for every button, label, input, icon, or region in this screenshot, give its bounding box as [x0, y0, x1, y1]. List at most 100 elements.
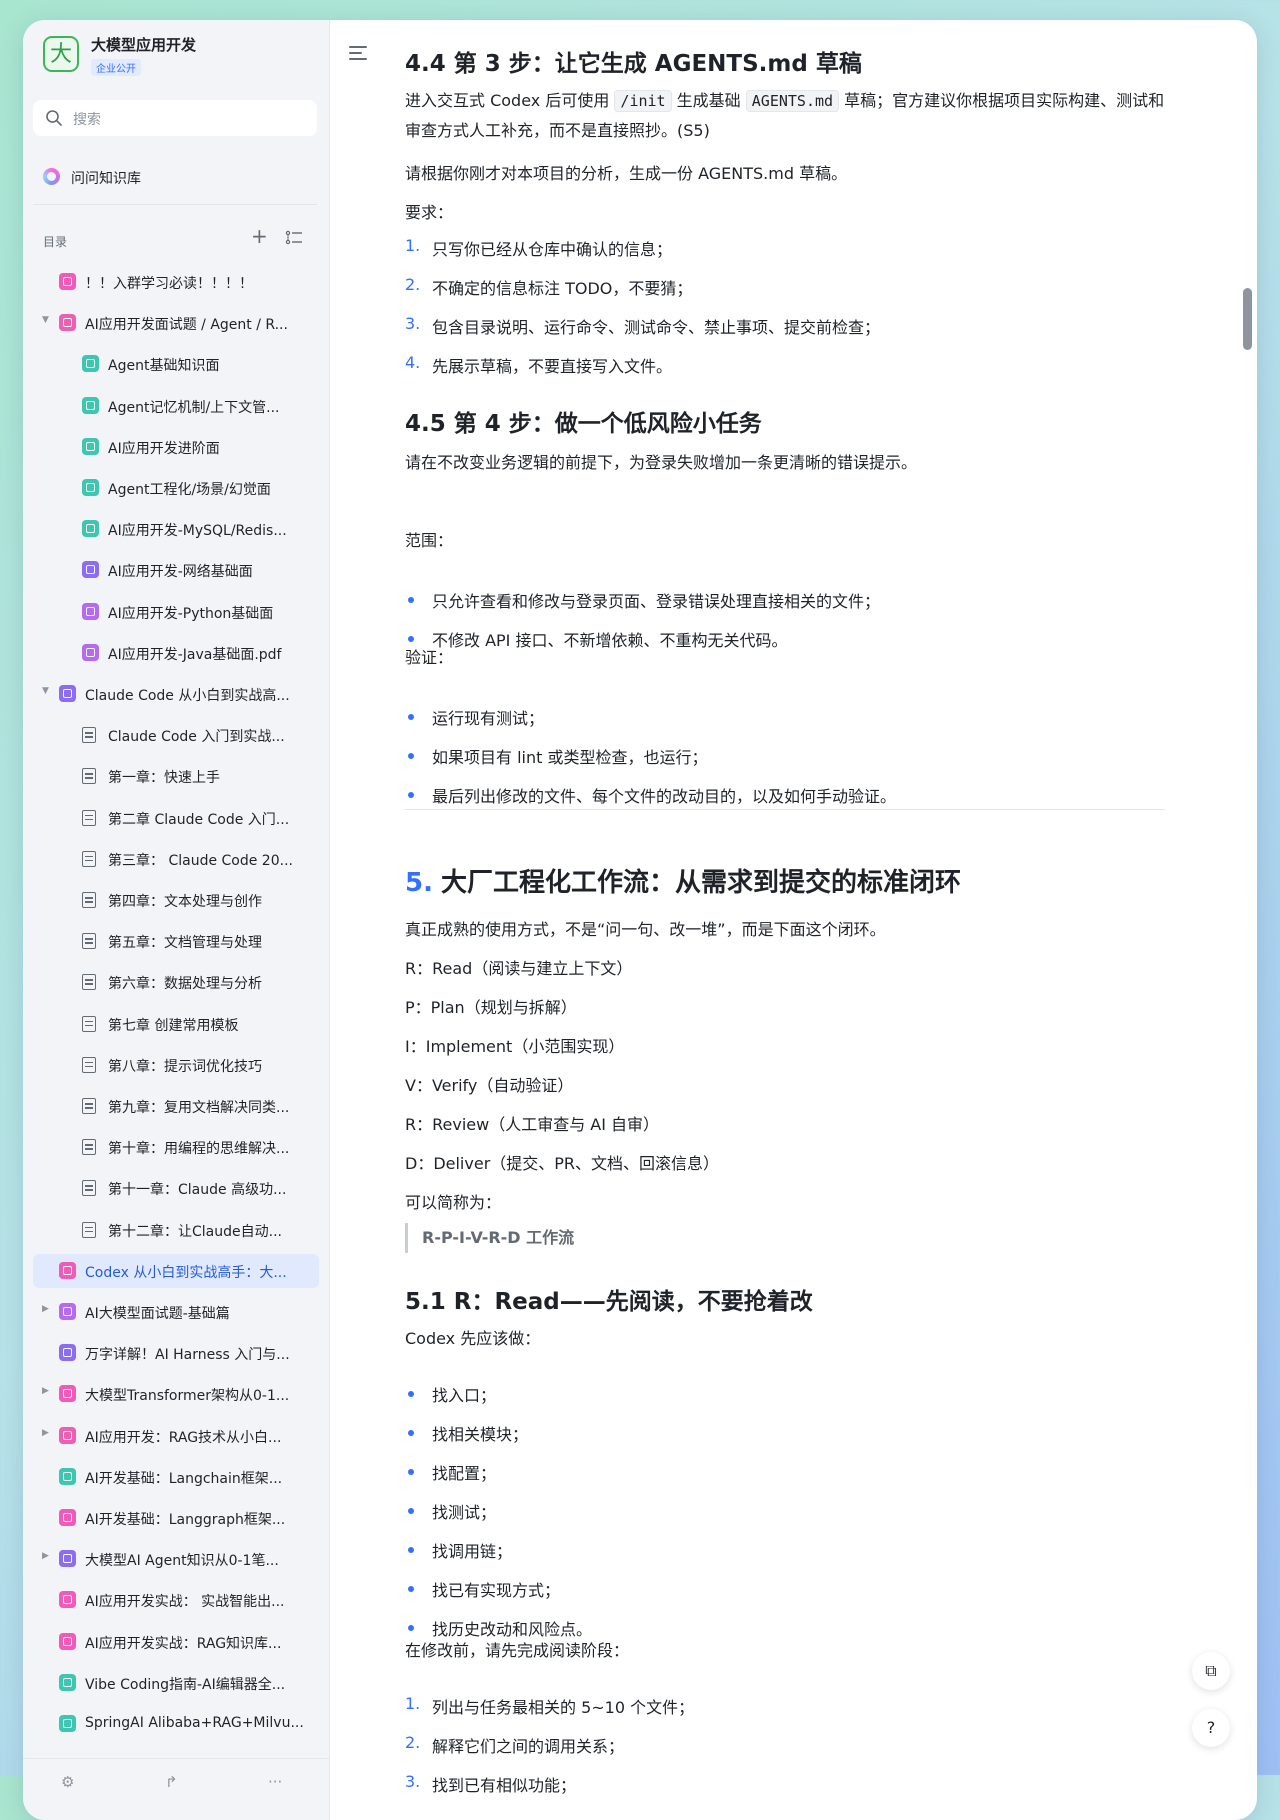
sidebar-item[interactable]: 第六章：数据处理与分析 [33, 965, 319, 999]
bitable-icon [82, 437, 99, 455]
sidebar-item[interactable]: ▶ 大模型Transformer架构从0-1... [33, 1377, 319, 1411]
list-item-text: 解释它们之间的调用关系； [432, 1737, 625, 1756]
chevron-right-icon[interactable]: ▶ [42, 1428, 49, 1438]
sidebar-item[interactable]: Agent基础知识面 [33, 347, 319, 381]
sidebar-item[interactable]: AI应用开发实战：RAG知识库... [33, 1625, 319, 1659]
add-icon[interactable]: + [251, 226, 268, 246]
section-4-5-prompt: 请在不改变业务逻辑的前提下，为登录失败增加一条更清晰的错误提示。 [405, 453, 918, 472]
doc-icon [82, 1098, 96, 1114]
sidebar-item[interactable]: AI开发基础：Langchain框架... [33, 1460, 319, 1494]
sidebar-item-label: Vibe Coding指南-AI编辑器全... [85, 1676, 286, 1693]
sidebar-item[interactable]: 第五章：文档管理与处理 [33, 924, 319, 958]
sidebar-item[interactable]: 第八章：提示词优化技巧 [33, 1048, 319, 1082]
list-item-text: 找入口； [432, 1386, 497, 1405]
more-icon[interactable]: ··· [268, 1773, 282, 1791]
code-icon [59, 1632, 76, 1650]
search-placeholder: 搜索 [73, 112, 101, 128]
chevron-down-icon[interactable]: ▼ [42, 686, 49, 696]
sidebar-item[interactable]: 第三章： Claude Code 20... [33, 842, 319, 876]
sidebar-item[interactable]: AI开发基础：Langgraph框架... [33, 1501, 319, 1535]
list-item-text: 找已有实现方式； [432, 1581, 561, 1600]
chevron-right-icon[interactable]: ▶ [42, 1551, 49, 1561]
sidebar-item-label: Claude Code 入门到实战... [108, 729, 285, 746]
sidebar-item[interactable]: Codex 从小白到实战高手：大... [33, 1253, 319, 1288]
bullet-icon [408, 1469, 414, 1475]
space-logo[interactable]: 大 [43, 36, 79, 72]
sidebar-item[interactable]: Vibe Coding指南-AI编辑器全... [33, 1666, 319, 1700]
help-button[interactable]: ? [1192, 1709, 1230, 1747]
space-title[interactable]: 大模型应用开发 [91, 34, 196, 55]
sidebar-item[interactable]: 第十二章：让Claude自动... [33, 1213, 319, 1247]
inline-code-init: /init [614, 90, 672, 112]
sidebar-item-label: 第十一章：Claude 高级功... [108, 1182, 287, 1199]
sidebar-item[interactable]: 第十章：用编程的思维解决... [33, 1130, 319, 1164]
list-number: 4. [405, 353, 421, 372]
sidebar-item[interactable]: Agent工程化/场景/幻觉面 [33, 471, 319, 505]
sidebar-item[interactable]: AI应用开发进阶面 [33, 430, 319, 464]
list-item-text: 如果项目有 lint 或类型检查，也运行； [432, 748, 708, 767]
sidebar-item[interactable]: SpringAI Alibaba+RAG+Milvu... [33, 1707, 319, 1741]
list-item-text: 包含目录说明、运行命令、测试命令、禁止事项、提交前检查； [432, 318, 881, 337]
sidebar-item[interactable]: AI应用开发-MySQL/Redis... [33, 512, 319, 546]
document-area: 4.4 第 3 步：让它生成 AGENTS.md 草稿 进入交互式 Codex … [329, 20, 1257, 1820]
bitable-icon [59, 1715, 76, 1732]
sidebar-item[interactable]: 第七章 创建常用模板 [33, 1007, 319, 1041]
sidebar-item[interactable]: AI应用开发-Python基础面 [33, 595, 319, 629]
sidebar-item[interactable]: ▶ AI应用开发：RAG技术从小白... [33, 1419, 319, 1453]
chevron-right-icon[interactable]: ▶ [42, 1304, 49, 1314]
home-icon [59, 1261, 76, 1279]
chevron-down-icon[interactable]: ▼ [42, 315, 49, 325]
sidebar-item[interactable]: AI应用开发实战： 实战智能出... [33, 1583, 319, 1617]
doc-icon [82, 768, 96, 785]
outline-menu-icon[interactable] [349, 46, 367, 60]
section-4-4-intro: 进入交互式 Codex 后可使用 /init 生成基础 AGENTS.md 草稿… [405, 90, 1165, 140]
home-icon [59, 1344, 76, 1362]
ask-knowledge-base-button[interactable]: 问问知识库 [33, 160, 317, 194]
scrollbar-thumb[interactable] [1243, 288, 1252, 350]
sidebar-item-label: ！！入群学习必读！！！！ [85, 276, 253, 292]
sidebar-item[interactable]: 第二章 Claude Code 入门... [33, 801, 319, 835]
chevron-right-icon[interactable]: ▶ [42, 1386, 49, 1396]
list-item-text: 不修改 API 接口、不新增依赖、不重构无关代码。 [432, 631, 788, 650]
workflow-step: R：Read（阅读与建立上下文） [405, 959, 633, 978]
docx-icon [82, 561, 99, 579]
toc-list-icon[interactable] [285, 230, 303, 246]
section-5-intro: 真正成熟的使用方式，不是“问一句、改一堆”，而是下面这个闭环。 [405, 920, 886, 939]
bullet-icon [408, 1391, 414, 1397]
section-5-heading: 5. 大厂工程化工作流：从需求到提交的标准闭环 [405, 868, 961, 898]
sidebar-item[interactable]: ▼ Claude Code 从小白到实战高... [33, 677, 319, 711]
bullet-icon [408, 1586, 414, 1592]
sidebar-item[interactable]: ▼ AI应用开发面试题 / Agent / R... [33, 306, 319, 340]
sidebar-item[interactable]: ！！入群学习必读！！！！ [33, 265, 319, 299]
code-icon [59, 1673, 76, 1691]
list-item-text: 最后列出修改的文件、每个文件的改动目的，以及如何手动验证。 [432, 787, 897, 806]
sidebar-item[interactable]: 第十一章：Claude 高级功... [33, 1171, 319, 1205]
list-item-text: 找到已有相似功能； [432, 1776, 577, 1795]
sidebar-item[interactable]: ▶ AI大模型面试题-基础篇 [33, 1295, 319, 1329]
sidebar-item-label: AI开发基础：Langchain框架... [85, 1470, 283, 1487]
sidebar-item[interactable]: Agent记忆机制/上下文管... [33, 389, 319, 423]
ask-knowledge-base-label: 问问知识库 [71, 171, 141, 187]
sidebar-item[interactable]: AI应用开发-网络基础面 [33, 553, 319, 587]
sidebar-item[interactable]: Claude Code 入门到实战... [33, 718, 319, 752]
share-icon[interactable]: ↱ [165, 1773, 178, 1791]
bullet-icon [408, 1508, 414, 1514]
section-4-4-requirements-label: 要求： [405, 203, 454, 222]
sidebar-item[interactable]: ▶ 大模型AI Agent知识从0-1笔... [33, 1542, 319, 1576]
doc-helper-button[interactable]: ⧉ [1192, 1652, 1230, 1690]
list-item-text: 找配置； [432, 1464, 497, 1483]
search-box[interactable]: 搜索 [33, 100, 317, 136]
section-4-5-verify-label: 验证： [405, 648, 454, 667]
sidebar-item-label: 第二章 Claude Code 入门... [108, 811, 290, 828]
sidebar-item[interactable]: 第九章：复用文档解决同类... [33, 1089, 319, 1123]
sidebar-item[interactable]: 第一章：快速上手 [33, 759, 319, 793]
list-number: 1. [405, 236, 421, 255]
section-5-1-intro: Codex 先应该做： [405, 1329, 541, 1348]
settings-icon[interactable]: ⚙ [61, 1773, 74, 1791]
sidebar-item[interactable]: 万字详解！AI Harness 入门与... [33, 1336, 319, 1370]
list-number: 2. [405, 1733, 421, 1752]
list-item-text: 找测试； [432, 1503, 497, 1522]
sidebar-item[interactable]: AI应用开发-Java基础面.pdf [33, 636, 319, 670]
sidebar-item[interactable]: 第四章：文本处理与创作 [33, 883, 319, 917]
bullet-icon [408, 636, 414, 642]
